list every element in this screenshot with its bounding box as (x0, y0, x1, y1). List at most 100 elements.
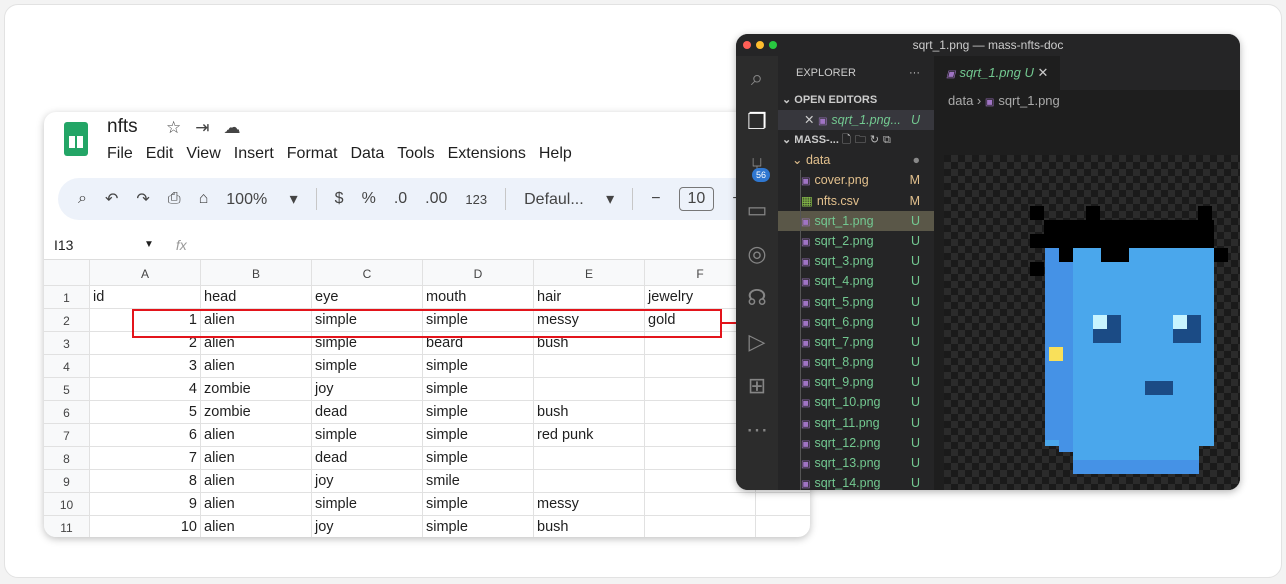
cell[interactable] (534, 470, 645, 493)
file-item[interactable]: ▣ sqrt_5.png U (778, 291, 934, 312)
extensions-icon[interactable]: ⊞ (736, 364, 778, 408)
row-header[interactable]: 4 (44, 355, 90, 378)
open-editor-item[interactable]: ✕ ▣ sqrt_1.png... U (778, 110, 934, 131)
cell[interactable]: joy (312, 470, 423, 493)
open-editors-section[interactable]: ⌄ OPEN EDITORS (778, 90, 934, 110)
doc-title[interactable]: nfts (107, 116, 138, 138)
cell[interactable] (534, 355, 645, 378)
menu-extensions[interactable]: Extensions (448, 145, 526, 163)
cell[interactable]: zombie (201, 378, 312, 401)
cell[interactable]: 5 (90, 401, 201, 424)
cell[interactable]: simple (423, 424, 534, 447)
row-header[interactable]: 7 (44, 424, 90, 447)
row-header[interactable]: 3 (44, 332, 90, 355)
cell[interactable]: simple (423, 516, 534, 537)
decrease-decimal-button[interactable]: .0 (394, 190, 407, 208)
row-header[interactable]: 6 (44, 401, 90, 424)
cell[interactable]: dead (312, 447, 423, 470)
file-item[interactable]: ▣ sqrt_9.png U (778, 372, 934, 393)
menu-data[interactable]: Data (350, 145, 384, 163)
cell[interactable]: simple (423, 378, 534, 401)
row-header[interactable]: 9 (44, 470, 90, 493)
redo-icon[interactable]: ↷ (136, 189, 149, 209)
cell[interactable]: red punk (534, 424, 645, 447)
column-header[interactable]: A (90, 260, 201, 286)
menu-format[interactable]: Format (287, 145, 338, 163)
cell[interactable]: simple (312, 355, 423, 378)
number-format-button[interactable]: 123 (465, 192, 487, 207)
cell[interactable]: hair (534, 286, 645, 309)
column-header[interactable]: E (534, 260, 645, 286)
project-section[interactable]: ⌄ MASS-... 🗋🗀↻⧉ (778, 130, 934, 150)
name-box[interactable]: I13 (44, 237, 144, 253)
select-all[interactable] (44, 260, 90, 286)
font-size-input[interactable]: 10 (678, 187, 715, 211)
cell[interactable]: joy (312, 516, 423, 537)
cell[interactable]: alien (201, 470, 312, 493)
cell[interactable]: zombie (201, 401, 312, 424)
cell[interactable] (534, 378, 645, 401)
menu-insert[interactable]: Insert (234, 145, 274, 163)
explorer-icon[interactable]: ❐ (736, 100, 778, 144)
cell[interactable]: 9 (90, 493, 201, 516)
source-control-icon[interactable]: ⑂ 56 (736, 144, 778, 188)
cell[interactable]: 4 (90, 378, 201, 401)
cell[interactable]: simple (423, 447, 534, 470)
column-header[interactable]: B (201, 260, 312, 286)
cell[interactable]: simple (312, 424, 423, 447)
column-header[interactable]: C (312, 260, 423, 286)
search-icon[interactable]: ⌕ (736, 56, 778, 100)
paint-format-icon[interactable]: ⌂ (199, 190, 209, 208)
currency-button[interactable]: $ (335, 190, 344, 208)
maximize-window-button[interactable] (769, 41, 777, 49)
cloud-saved-icon[interactable]: ☁ (224, 118, 241, 138)
cell[interactable]: eye (312, 286, 423, 309)
row-header[interactable]: 5 (44, 378, 90, 401)
cell[interactable]: id (90, 286, 201, 309)
menu-tools[interactable]: Tools (397, 145, 434, 163)
cell[interactable]: head (201, 286, 312, 309)
more-actions-icon[interactable]: ··· (909, 56, 920, 90)
star-icon[interactable]: ☆ (166, 118, 181, 138)
file-item[interactable]: ▣ sqrt_11.png U (778, 412, 934, 433)
file-item[interactable]: ▣ sqrt_12.png U (778, 432, 934, 453)
cell[interactable] (756, 493, 810, 516)
row-header[interactable]: 10 (44, 493, 90, 516)
more-icon[interactable]: ⋯ (736, 408, 778, 452)
file-item[interactable]: ▣ sqrt_2.png U (778, 230, 934, 252)
file-item[interactable]: ▦ nfts.csv M (778, 190, 934, 211)
file-item[interactable]: ▣ sqrt_4.png U (778, 271, 934, 292)
file-item[interactable]: ▣ cover.png M (778, 170, 934, 191)
copilot-icon[interactable]: ☊ (736, 276, 778, 320)
cell[interactable] (645, 493, 756, 516)
column-header[interactable]: D (423, 260, 534, 286)
comments-icon[interactable]: ▭ (736, 188, 778, 232)
print-icon[interactable]: ⎙ (168, 190, 181, 208)
cell[interactable]: 7 (90, 447, 201, 470)
file-item[interactable]: ▣ sqrt_1.png U (778, 210, 934, 231)
cell[interactable]: alien (201, 493, 312, 516)
tab-sqrt-1[interactable]: ▣ sqrt_1.png U ✕ (934, 56, 1060, 90)
cell[interactable]: simple (312, 493, 423, 516)
undo-icon[interactable]: ↶ (105, 189, 118, 209)
cell[interactable]: mouth (423, 286, 534, 309)
run-debug-icon[interactable]: ▷ (736, 320, 778, 364)
new-file-folder-refresh-collapse-icons[interactable]: 🗋🗀↻⧉ (842, 134, 895, 146)
cell[interactable]: 8 (90, 470, 201, 493)
search-icon[interactable]: ⌕ (78, 190, 87, 208)
zoom-select[interactable]: 100% ▾ (226, 189, 297, 209)
cell[interactable]: joy (312, 378, 423, 401)
cell[interactable]: alien (201, 447, 312, 470)
cell[interactable]: simple (423, 493, 534, 516)
cell[interactable]: simple (423, 401, 534, 424)
file-item[interactable]: ▣ sqrt_14.png U (778, 473, 934, 490)
cell[interactable]: alien (201, 424, 312, 447)
file-item[interactable]: ▣ sqrt_8.png U (778, 352, 934, 373)
row-header[interactable]: 8 (44, 447, 90, 470)
close-icon[interactable]: ✕ (1038, 65, 1049, 80)
cell[interactable] (645, 516, 756, 537)
menu-edit[interactable]: Edit (146, 145, 174, 163)
cell[interactable]: alien (201, 355, 312, 378)
cell[interactable]: bush (534, 401, 645, 424)
file-item[interactable]: ▣ sqrt_13.png U (778, 453, 934, 474)
